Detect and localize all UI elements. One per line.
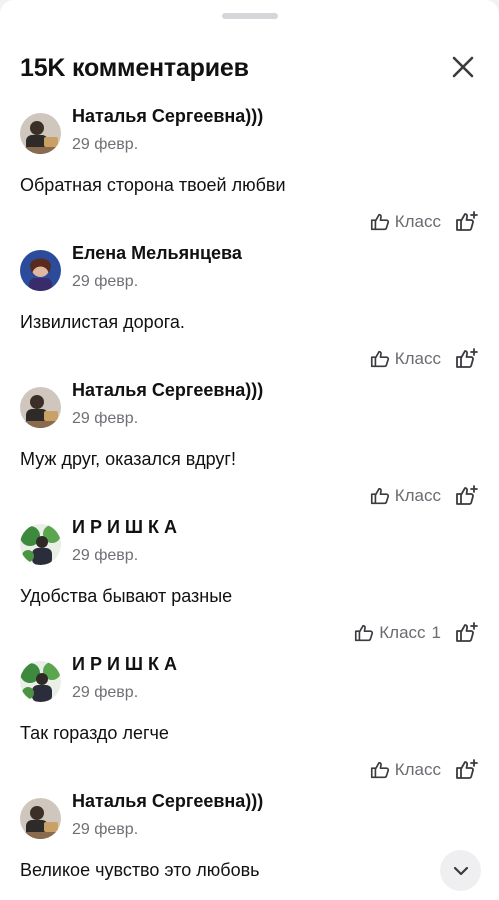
- thumbs-up-icon: [370, 761, 389, 779]
- comment-author[interactable]: Наталья Сергеевна))): [72, 380, 263, 401]
- thumbs-up-plus-icon: [456, 759, 478, 779]
- react-button[interactable]: [455, 621, 479, 645]
- comment-author[interactable]: И Р И Ш К А: [72, 654, 177, 675]
- close-button[interactable]: [448, 52, 478, 82]
- like-count: 1: [431, 623, 441, 642]
- like-button[interactable]: Класс 1: [353, 622, 441, 644]
- comment-date: 29 февр.: [72, 410, 139, 427]
- thumbs-up-plus-icon: [456, 211, 478, 231]
- comment-item: Елена Мельянцева 29 февр. Извилистая дор…: [0, 239, 499, 376]
- comment-date: 29 февр.: [72, 547, 139, 564]
- react-button[interactable]: [455, 484, 479, 508]
- close-icon: [452, 56, 474, 78]
- sheet-header: 15K комментариев: [0, 48, 499, 92]
- like-label: Класс: [379, 623, 426, 642]
- thumbs-up-plus-icon: [456, 485, 478, 505]
- avatar[interactable]: [20, 524, 61, 565]
- thumbs-up-icon: [370, 350, 389, 368]
- comment-text: Так гораздо легче: [20, 723, 169, 743]
- chevron-down-icon: [453, 866, 468, 875]
- comment-author[interactable]: Наталья Сергеевна))): [72, 106, 263, 127]
- like-button[interactable]: Класс: [369, 485, 441, 507]
- comment-actions: Класс 1: [353, 621, 479, 645]
- thumbs-up-plus-icon: [456, 622, 478, 642]
- comment-item: Наталья Сергеевна))) 29 февр. Великое чу…: [0, 787, 499, 900]
- avatar[interactable]: [20, 798, 61, 839]
- comment-author[interactable]: Наталья Сергеевна))): [72, 791, 263, 812]
- comment-author[interactable]: Елена Мельянцева: [72, 243, 242, 264]
- scroll-down-button[interactable]: [440, 850, 481, 891]
- like-label: Класс: [394, 486, 441, 505]
- comment-item: Наталья Сергеевна))) 29 февр. Муж друг, …: [0, 376, 499, 513]
- comment-author[interactable]: И Р И Ш К А: [72, 517, 177, 538]
- comment-text: Извилистая дорога.: [20, 312, 185, 332]
- react-button[interactable]: [455, 758, 479, 782]
- comment-actions: Класс: [369, 210, 479, 234]
- comment-text: Обратная сторона твоей любви: [20, 175, 286, 195]
- like-label: Класс: [394, 349, 441, 368]
- thumbs-up-icon: [370, 213, 389, 231]
- comment-date: 29 февр.: [72, 684, 139, 701]
- comment-item: И Р И Ш К А 29 февр. Так гораздо легче К…: [0, 650, 499, 787]
- comment-date: 29 февр.: [72, 821, 139, 838]
- comments-sheet: 15K комментариев Наталья Сергеевна))) 29…: [0, 0, 499, 900]
- avatar[interactable]: [20, 250, 61, 291]
- comment-text: Удобства бывают разные: [20, 586, 233, 606]
- like-label: Класс: [394, 212, 441, 231]
- like-button[interactable]: Класс: [369, 211, 441, 233]
- avatar[interactable]: [20, 661, 61, 702]
- avatar[interactable]: [20, 113, 61, 154]
- comment-date: 29 февр.: [72, 273, 139, 290]
- thumbs-up-icon: [370, 487, 389, 505]
- like-label: Класс: [394, 760, 441, 779]
- like-button[interactable]: Класс: [369, 348, 441, 370]
- avatar[interactable]: [20, 387, 61, 428]
- comment-text: Муж друг, оказался вдруг!: [20, 449, 236, 469]
- comment-text: Великое чувство это любовь: [20, 860, 260, 880]
- comment-actions: Класс: [369, 758, 479, 782]
- comment-item: Наталья Сергеевна))) 29 февр. Обратная с…: [0, 102, 499, 239]
- comment-actions: Класс: [369, 347, 479, 371]
- thumbs-up-plus-icon: [456, 348, 478, 368]
- react-button[interactable]: [455, 210, 479, 234]
- comment-actions: Класс: [369, 484, 479, 508]
- comments-title: 15K комментариев: [20, 54, 249, 82]
- like-button[interactable]: Класс: [369, 759, 441, 781]
- sheet-grabber[interactable]: [222, 13, 278, 19]
- react-button[interactable]: [455, 347, 479, 371]
- comment-item: И Р И Ш К А 29 февр. Удобства бывают раз…: [0, 513, 499, 650]
- thumbs-up-icon: [355, 624, 374, 642]
- comment-date: 29 февр.: [72, 136, 139, 153]
